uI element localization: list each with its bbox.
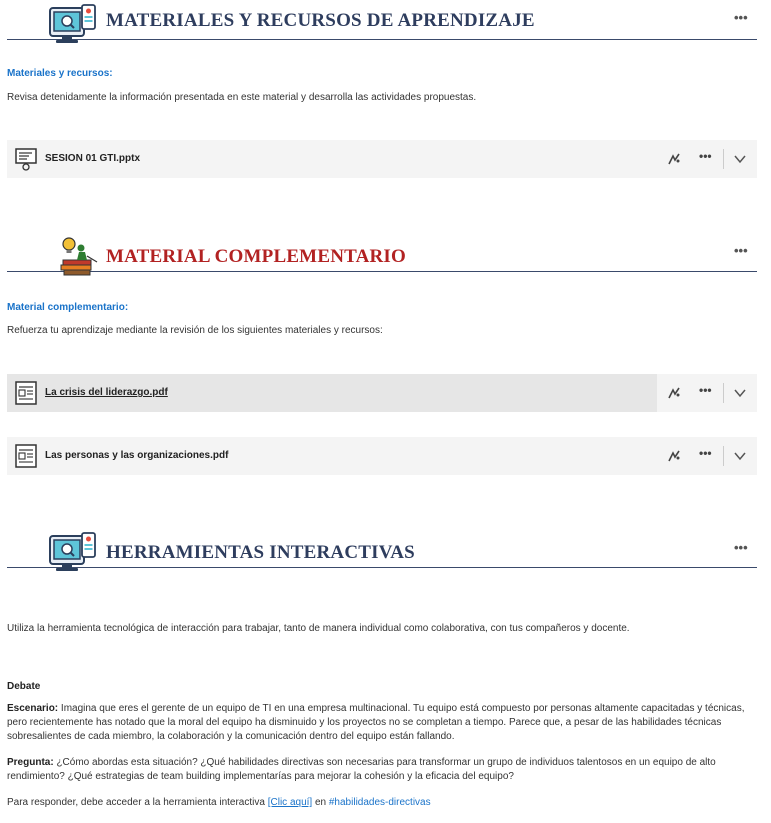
section-title: MATERIAL COMPLEMENTARIO [106,246,406,267]
presentation-icon [15,147,37,171]
tools-separator [723,446,724,466]
respond-prefix: Para responder, debe acceder a la herram… [7,797,268,808]
books-lightbulb-icon [57,234,105,276]
section-subtitle: Materiales y recursos: [7,68,113,79]
file-name[interactable]: SESION 01 GTI.pptx [45,153,140,164]
file-row[interactable]: Las personas y las organizaciones.pdf ••… [7,437,757,475]
section-options-button[interactable]: ••• [734,11,748,24]
computer-monitor-icon [49,532,97,572]
hashtag-link[interactable]: #habilidades-directivas [329,797,431,808]
section-title: HERRAMIENTAS INTERACTIVAS [106,542,415,563]
section-description: Revisa detenidamente la información pres… [7,92,477,103]
file-tools: ••• [657,437,757,475]
question-label: Pregunta: [7,757,54,768]
chevron-down-icon[interactable] [733,386,747,400]
chevron-down-icon[interactable] [733,152,747,166]
section-options-button[interactable]: ••• [734,244,748,257]
header-rule [7,567,757,568]
question-text: ¿Cómo abordas esta situación? ¿Qué habil… [7,757,716,782]
section-options-button[interactable]: ••• [734,541,748,554]
scenario-paragraph: Escenario: Imagina que eres el gerente d… [7,702,757,744]
respond-mid: en [312,797,329,808]
section-header-complementario: MATERIAL COMPLEMENTARIO [7,232,757,276]
debate-heading: Debate [7,681,41,692]
scenario-label: Escenario: [7,703,59,714]
respond-paragraph: Para responder, debe acceder a la herram… [7,796,431,810]
document-icon [15,381,37,405]
file-row[interactable]: SESION 01 GTI.pptx ••• [7,140,757,178]
question-paragraph: Pregunta: ¿Cómo abordas esta situación? … [7,756,762,784]
file-row[interactable]: La crisis del liderazgo.pdf ••• [7,374,757,412]
visibility-marker-icon[interactable] [667,152,681,166]
computer-monitor-icon [49,4,97,44]
file-options-button[interactable]: ••• [699,149,712,163]
visibility-marker-icon[interactable] [667,449,681,463]
section-subtitle: Material complementario: [7,302,129,313]
tools-separator [723,383,724,403]
file-tools: ••• [657,140,757,178]
chevron-down-icon[interactable] [733,449,747,463]
section-header-herramientas: HERRAMIENTAS INTERACTIVAS [7,528,757,571]
document-icon [15,444,37,468]
file-tools: ••• [657,374,757,412]
header-rule [7,39,757,40]
tools-separator [723,149,724,169]
file-name[interactable]: La crisis del liderazgo.pdf [45,387,168,398]
header-rule [7,271,757,272]
file-options-button[interactable]: ••• [699,446,712,460]
section-header-materiales: MATERIALES Y RECURSOS DE APRENDIZAJE [7,0,757,43]
click-here-link[interactable]: [Clic aquí] [268,797,312,808]
scenario-text: Imagina que eres el gerente de un equipo… [7,703,745,742]
visibility-marker-icon[interactable] [667,386,681,400]
section-title: MATERIALES Y RECURSOS DE APRENDIZAJE [106,10,535,31]
file-options-button[interactable]: ••• [699,383,712,397]
section-description: Refuerza tu aprendizaje mediante la revi… [7,325,383,336]
file-name[interactable]: Las personas y las organizaciones.pdf [45,450,228,461]
section-description: Utiliza la herramienta tecnológica de in… [7,623,630,634]
